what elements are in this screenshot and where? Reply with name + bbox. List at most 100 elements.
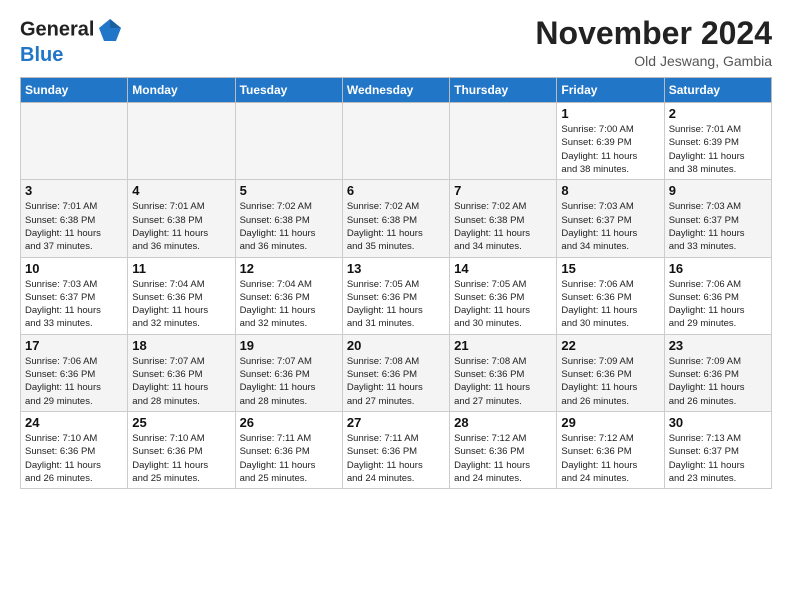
day-number: 26 bbox=[240, 415, 338, 430]
day-info: Sunrise: 7:06 AM Sunset: 6:36 PM Dayligh… bbox=[25, 355, 123, 408]
table-row: 15 Sunrise: 7:06 AM Sunset: 6:36 PM Dayli… bbox=[557, 257, 664, 334]
col-friday: Friday bbox=[557, 78, 664, 103]
table-row bbox=[342, 103, 449, 180]
day-info: Sunrise: 7:12 AM Sunset: 6:36 PM Dayligh… bbox=[454, 432, 552, 485]
table-row bbox=[450, 103, 557, 180]
table-row: 6Sunrise: 7:02 AM Sunset: 6:38 PM Daylig… bbox=[342, 180, 449, 257]
calendar-week-row: 3 Sunrise: 7:01 AM Sunset: 6:38 PM Daylig… bbox=[21, 180, 772, 257]
table-row: 30 Sunrise: 7:13 AM Sunset: 6:37 PM Dayli… bbox=[664, 411, 771, 488]
day-number: 10 bbox=[25, 261, 123, 276]
table-row: 25 Sunrise: 7:10 AM Sunset: 6:36 PM Dayli… bbox=[128, 411, 235, 488]
logo-general: General bbox=[20, 18, 94, 40]
day-info: Sunrise: 7:05 AM Sunset: 6:36 PM Dayligh… bbox=[347, 278, 445, 331]
month-title: November 2024 bbox=[535, 16, 772, 51]
table-row: 10 Sunrise: 7:03 AM Sunset: 6:37 PM Dayli… bbox=[21, 257, 128, 334]
day-number: 28 bbox=[454, 415, 552, 430]
calendar-header-row: Sunday Monday Tuesday Wednesday Thursday… bbox=[21, 78, 772, 103]
table-row: 19 Sunrise: 7:07 AM Sunset: 6:36 PM Dayli… bbox=[235, 334, 342, 411]
day-info: Sunrise: 7:01 AM Sunset: 6:38 PM Dayligh… bbox=[25, 200, 123, 253]
day-number: 19 bbox=[240, 338, 338, 353]
day-number: 14 bbox=[454, 261, 552, 276]
day-number: 20 bbox=[347, 338, 445, 353]
day-number: 3 bbox=[25, 183, 123, 198]
day-number: 11 bbox=[132, 261, 230, 276]
day-number: 29 bbox=[561, 415, 659, 430]
table-row: 8 Sunrise: 7:03 AM Sunset: 6:37 PM Daylig… bbox=[557, 180, 664, 257]
day-info: Sunrise: 7:07 AM Sunset: 6:36 PM Dayligh… bbox=[240, 355, 338, 408]
header: General Blue November 2024 Old Jeswang, … bbox=[20, 16, 772, 69]
col-sunday: Sunday bbox=[21, 78, 128, 103]
table-row bbox=[235, 103, 342, 180]
day-info: Sunrise: 7:02 AM Sunset: 6:38 PM Dayligh… bbox=[347, 200, 445, 253]
table-row: 3 Sunrise: 7:01 AM Sunset: 6:38 PM Daylig… bbox=[21, 180, 128, 257]
day-number: 5 bbox=[240, 183, 338, 198]
day-number: 4 bbox=[132, 183, 230, 198]
day-number: 16 bbox=[669, 261, 767, 276]
location-subtitle: Old Jeswang, Gambia bbox=[535, 53, 772, 69]
col-wednesday: Wednesday bbox=[342, 78, 449, 103]
calendar-week-row: 10 Sunrise: 7:03 AM Sunset: 6:37 PM Dayli… bbox=[21, 257, 772, 334]
day-info: Sunrise: 7:03 AM Sunset: 6:37 PM Dayligh… bbox=[561, 200, 659, 253]
day-number: 17 bbox=[25, 338, 123, 353]
day-info: Sunrise: 7:01 AM Sunset: 6:39 PM Dayligh… bbox=[669, 123, 767, 176]
col-tuesday: Tuesday bbox=[235, 78, 342, 103]
table-row: 20 Sunrise: 7:08 AM Sunset: 6:36 PM Dayli… bbox=[342, 334, 449, 411]
table-row bbox=[128, 103, 235, 180]
logo-blue: Blue bbox=[20, 44, 124, 66]
calendar-week-row: 24 Sunrise: 7:10 AM Sunset: 6:36 PM Dayli… bbox=[21, 411, 772, 488]
table-row: 17 Sunrise: 7:06 AM Sunset: 6:36 PM Dayli… bbox=[21, 334, 128, 411]
table-row: 22Sunrise: 7:09 AM Sunset: 6:36 PM Dayli… bbox=[557, 334, 664, 411]
day-info: Sunrise: 7:03 AM Sunset: 6:37 PM Dayligh… bbox=[25, 278, 123, 331]
day-number: 24 bbox=[25, 415, 123, 430]
table-row: 2 Sunrise: 7:01 AM Sunset: 6:39 PM Daylig… bbox=[664, 103, 771, 180]
day-info: Sunrise: 7:05 AM Sunset: 6:36 PM Dayligh… bbox=[454, 278, 552, 331]
table-row: 21 Sunrise: 7:08 AM Sunset: 6:36 PM Dayli… bbox=[450, 334, 557, 411]
logo-icon bbox=[96, 16, 124, 44]
table-row: 9Sunrise: 7:03 AM Sunset: 6:37 PM Daylig… bbox=[664, 180, 771, 257]
table-row: 12Sunrise: 7:04 AM Sunset: 6:36 PM Dayli… bbox=[235, 257, 342, 334]
day-number: 13 bbox=[347, 261, 445, 276]
table-row: 23 Sunrise: 7:09 AM Sunset: 6:36 PM Dayli… bbox=[664, 334, 771, 411]
day-number: 7 bbox=[454, 183, 552, 198]
day-number: 27 bbox=[347, 415, 445, 430]
day-number: 8 bbox=[561, 183, 659, 198]
day-number: 1 bbox=[561, 106, 659, 121]
table-row: 29 Sunrise: 7:12 AM Sunset: 6:36 PM Dayli… bbox=[557, 411, 664, 488]
table-row: 11 Sunrise: 7:04 AM Sunset: 6:36 PM Dayli… bbox=[128, 257, 235, 334]
day-number: 30 bbox=[669, 415, 767, 430]
day-number: 25 bbox=[132, 415, 230, 430]
day-info: Sunrise: 7:11 AM Sunset: 6:36 PM Dayligh… bbox=[347, 432, 445, 485]
day-info: Sunrise: 7:12 AM Sunset: 6:36 PM Dayligh… bbox=[561, 432, 659, 485]
day-info: Sunrise: 7:09 AM Sunset: 6:36 PM Dayligh… bbox=[561, 355, 659, 408]
day-number: 18 bbox=[132, 338, 230, 353]
page: General Blue November 2024 Old Jeswang, … bbox=[0, 0, 792, 499]
day-number: 2 bbox=[669, 106, 767, 121]
table-row: 1 Sunrise: 7:00 AM Sunset: 6:39 PM Daylig… bbox=[557, 103, 664, 180]
col-thursday: Thursday bbox=[450, 78, 557, 103]
table-row: 26Sunrise: 7:11 AM Sunset: 6:36 PM Dayli… bbox=[235, 411, 342, 488]
day-info: Sunrise: 7:06 AM Sunset: 6:36 PM Dayligh… bbox=[669, 278, 767, 331]
day-number: 12 bbox=[240, 261, 338, 276]
day-info: Sunrise: 7:00 AM Sunset: 6:39 PM Dayligh… bbox=[561, 123, 659, 176]
day-info: Sunrise: 7:02 AM Sunset: 6:38 PM Dayligh… bbox=[240, 200, 338, 253]
day-number: 15 bbox=[561, 261, 659, 276]
table-row: 27 Sunrise: 7:11 AM Sunset: 6:36 PM Dayli… bbox=[342, 411, 449, 488]
table-row: 14 Sunrise: 7:05 AM Sunset: 6:36 PM Dayli… bbox=[450, 257, 557, 334]
day-info: Sunrise: 7:10 AM Sunset: 6:36 PM Dayligh… bbox=[132, 432, 230, 485]
table-row: 16 Sunrise: 7:06 AM Sunset: 6:36 PM Dayli… bbox=[664, 257, 771, 334]
day-info: Sunrise: 7:01 AM Sunset: 6:38 PM Dayligh… bbox=[132, 200, 230, 253]
day-info: Sunrise: 7:06 AM Sunset: 6:36 PM Dayligh… bbox=[561, 278, 659, 331]
calendar-week-row: 17 Sunrise: 7:06 AM Sunset: 6:36 PM Dayli… bbox=[21, 334, 772, 411]
table-row bbox=[21, 103, 128, 180]
day-info: Sunrise: 7:08 AM Sunset: 6:36 PM Dayligh… bbox=[454, 355, 552, 408]
day-info: Sunrise: 7:08 AM Sunset: 6:36 PM Dayligh… bbox=[347, 355, 445, 408]
day-info: Sunrise: 7:04 AM Sunset: 6:36 PM Dayligh… bbox=[132, 278, 230, 331]
table-row: 24Sunrise: 7:10 AM Sunset: 6:36 PM Dayli… bbox=[21, 411, 128, 488]
col-saturday: Saturday bbox=[664, 78, 771, 103]
day-number: 9 bbox=[669, 183, 767, 198]
day-info: Sunrise: 7:13 AM Sunset: 6:37 PM Dayligh… bbox=[669, 432, 767, 485]
day-info: Sunrise: 7:09 AM Sunset: 6:36 PM Dayligh… bbox=[669, 355, 767, 408]
day-info: Sunrise: 7:07 AM Sunset: 6:36 PM Dayligh… bbox=[132, 355, 230, 408]
day-number: 23 bbox=[669, 338, 767, 353]
day-number: 21 bbox=[454, 338, 552, 353]
